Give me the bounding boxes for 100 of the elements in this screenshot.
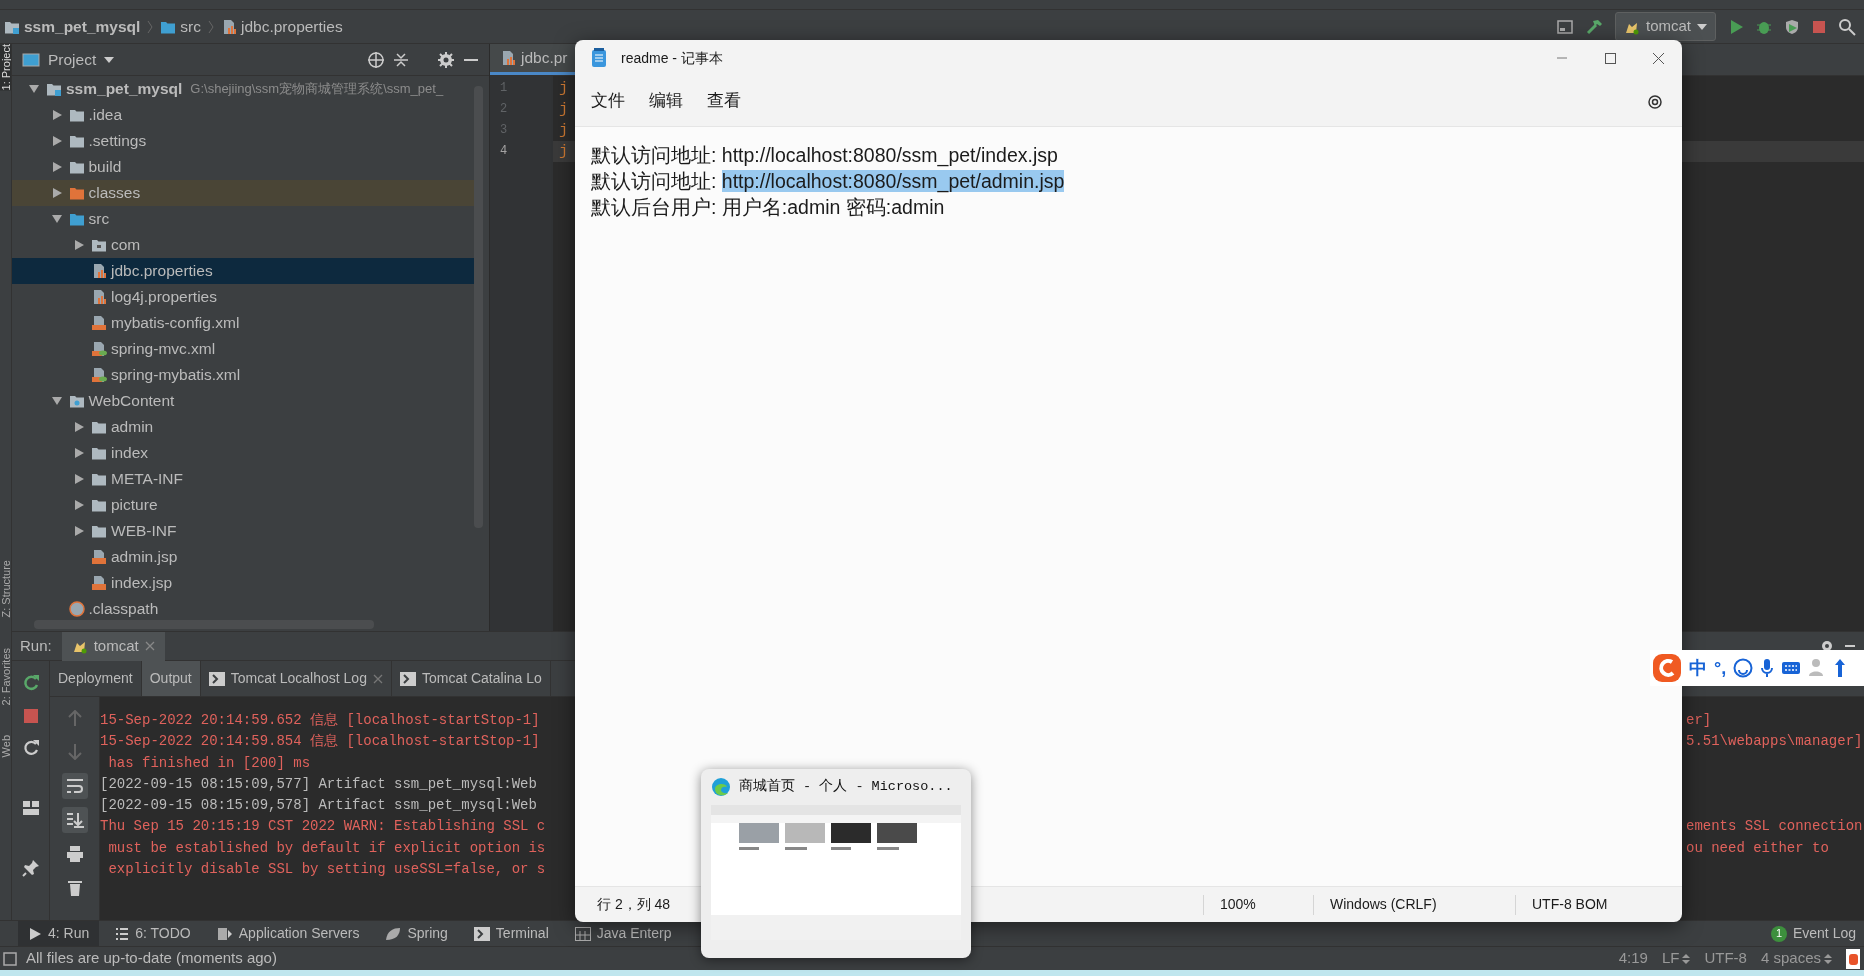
status-item[interactable]: LF bbox=[1661, 947, 1691, 970]
close-icon[interactable] bbox=[372, 673, 383, 684]
run-icon[interactable] bbox=[1728, 18, 1744, 35]
console-tab[interactable]: Output bbox=[141, 661, 201, 696]
notepad-icon bbox=[591, 48, 607, 68]
ime-logo-icon[interactable] bbox=[1652, 653, 1682, 683]
soft-wrap-button[interactable] bbox=[61, 773, 88, 799]
collapsed-arrow-icon[interactable] bbox=[50, 161, 63, 173]
tree-item[interactable]: mybatis-config.xml bbox=[12, 310, 474, 336]
coverage-icon[interactable] bbox=[1784, 18, 1800, 35]
tree-item[interactable]: spring-mvc.xml bbox=[12, 336, 474, 362]
tool-window-tab[interactable]: Terminal bbox=[463, 920, 559, 947]
breadcrumb-item[interactable]: src bbox=[160, 14, 201, 39]
keyboard-icon[interactable] bbox=[1781, 660, 1802, 676]
collapsed-arrow-icon[interactable] bbox=[73, 499, 85, 511]
tree-item[interactable]: index bbox=[12, 440, 474, 466]
side-tab[interactable]: Z: Structure bbox=[0, 560, 11, 618]
side-tab[interactable]: 2: Favorites bbox=[0, 647, 11, 706]
upload-icon[interactable] bbox=[1835, 658, 1846, 678]
tree-item[interactable]: classes bbox=[12, 180, 474, 206]
file-icon bbox=[91, 341, 107, 357]
side-tab[interactable]: Web bbox=[0, 735, 11, 758]
run-configuration-dropdown[interactable]: tomcat bbox=[1615, 12, 1716, 41]
panel-title[interactable]: Project bbox=[48, 47, 97, 72]
status-item[interactable]: UTF-8 bbox=[1704, 947, 1747, 970]
collapsed-arrow-icon[interactable] bbox=[50, 135, 63, 147]
breadcrumb-item[interactable]: jdbc.properties bbox=[221, 14, 343, 39]
collapsed-arrow-icon[interactable] bbox=[73, 239, 85, 251]
console-line: er] bbox=[1686, 711, 1712, 730]
collapsed-arrow-icon[interactable] bbox=[50, 109, 63, 121]
tree-item[interactable]: .idea bbox=[12, 102, 474, 128]
mic-icon[interactable] bbox=[1760, 658, 1775, 678]
url-text: http://localhost:8080/ssm_pet/index.jsp bbox=[721, 144, 1058, 166]
status-item[interactable]: 4 spaces bbox=[1760, 947, 1832, 970]
collapsed-arrow-icon[interactable] bbox=[50, 187, 63, 199]
pin-icon[interactable] bbox=[21, 859, 40, 877]
tool-window-tab[interactable]: Spring bbox=[375, 920, 458, 947]
collapse-icon[interactable] bbox=[393, 51, 409, 68]
smiley-icon[interactable] bbox=[1733, 658, 1754, 678]
scroll-to-end-button[interactable] bbox=[61, 807, 88, 833]
collapsed-arrow-icon[interactable] bbox=[73, 447, 85, 459]
window-icon[interactable] bbox=[1557, 18, 1573, 35]
tool-window-tab[interactable]: 4: Run bbox=[18, 920, 100, 947]
status-item[interactable]: 4:19 bbox=[1618, 947, 1648, 970]
run-label: Run: bbox=[20, 635, 52, 656]
tool-window-tab[interactable]: Java Enterp bbox=[564, 920, 682, 947]
breadcrumb-item[interactable]: ssm_pet_mysql bbox=[4, 14, 141, 39]
tree-item[interactable]: build bbox=[12, 154, 474, 180]
scrollbar[interactable] bbox=[474, 86, 483, 528]
folder-icon bbox=[68, 107, 85, 123]
console-tab[interactable]: Tomcat Localhost Log bbox=[200, 661, 392, 696]
folder-icon bbox=[91, 497, 107, 513]
tree-item[interactable]: com bbox=[12, 232, 474, 258]
console-tab[interactable]: Deployment bbox=[50, 661, 142, 696]
folder-icon bbox=[91, 523, 107, 539]
collapsed-arrow-icon[interactable] bbox=[73, 473, 85, 485]
locate-icon[interactable] bbox=[367, 50, 385, 69]
collapsed-arrow-icon[interactable] bbox=[73, 421, 85, 433]
tree-item[interactable]: jdbc.properties bbox=[12, 258, 474, 284]
search-icon[interactable] bbox=[1838, 17, 1856, 36]
text-line: 默认访问地址: bbox=[591, 144, 718, 166]
tree-item[interactable]: admin bbox=[12, 414, 474, 440]
side-tab[interactable]: 1: Project bbox=[0, 44, 11, 91]
tree-item[interactable]: WebContent bbox=[12, 388, 474, 414]
menu-item[interactable]: 编辑 bbox=[641, 82, 691, 120]
layout-icon[interactable] bbox=[21, 799, 40, 817]
input-mode[interactable]: 中 bbox=[1689, 659, 1707, 677]
punctuation-mode[interactable]: °, bbox=[1714, 659, 1727, 677]
expanded-arrow-icon[interactable] bbox=[28, 83, 40, 95]
tree-item[interactable]: index.jsp bbox=[12, 570, 474, 596]
editor-tab[interactable]: jdbc.pr bbox=[490, 44, 578, 75]
collapsed-arrow-icon[interactable] bbox=[73, 525, 85, 537]
package-icon bbox=[91, 237, 107, 253]
tool-window-tab[interactable]: 6: TODO bbox=[105, 920, 201, 947]
event-log-link[interactable]: Event Log bbox=[1792, 923, 1856, 944]
expanded-arrow-icon[interactable] bbox=[50, 213, 63, 225]
tree-item[interactable]: picture bbox=[12, 492, 474, 518]
folder-icon bbox=[68, 159, 85, 175]
console-tab[interactable]: Tomcat Catalina Lo bbox=[391, 661, 551, 696]
tree-item[interactable]: log4j.properties bbox=[12, 284, 474, 310]
tree-item[interactable]: spring-mybatis.xml bbox=[12, 362, 474, 388]
stop-icon[interactable] bbox=[1812, 19, 1826, 34]
server-icon bbox=[216, 926, 233, 941]
tree-item[interactable]: META-INF bbox=[12, 466, 474, 492]
tool-window-tab[interactable]: Application Servers bbox=[206, 920, 370, 947]
menu-item[interactable]: 查看 bbox=[699, 82, 749, 120]
tree-item[interactable]: src bbox=[12, 206, 474, 232]
tree-item[interactable]: ssm_pet_mysql G:\shejiing\ssm宠物商城管理系统\ssm_pet_ bbox=[12, 76, 474, 102]
tree-item[interactable]: WEB-INF bbox=[12, 518, 474, 544]
run-tab[interactable]: tomcat bbox=[61, 631, 165, 661]
hammer-icon[interactable] bbox=[1585, 17, 1603, 36]
caret-icon[interactable] bbox=[104, 55, 115, 64]
tree-item[interactable]: admin.jsp bbox=[12, 544, 474, 570]
tree-item[interactable]: .settings bbox=[12, 128, 474, 154]
stop-icon[interactable] bbox=[21, 707, 40, 725]
expanded-arrow-icon[interactable] bbox=[50, 395, 63, 407]
ime-tray-icon[interactable] bbox=[1846, 948, 1860, 969]
menu-item[interactable]: 文件 bbox=[583, 82, 633, 120]
tree-item[interactable]: .classpath bbox=[12, 596, 474, 618]
restart-icon[interactable] bbox=[21, 739, 40, 757]
